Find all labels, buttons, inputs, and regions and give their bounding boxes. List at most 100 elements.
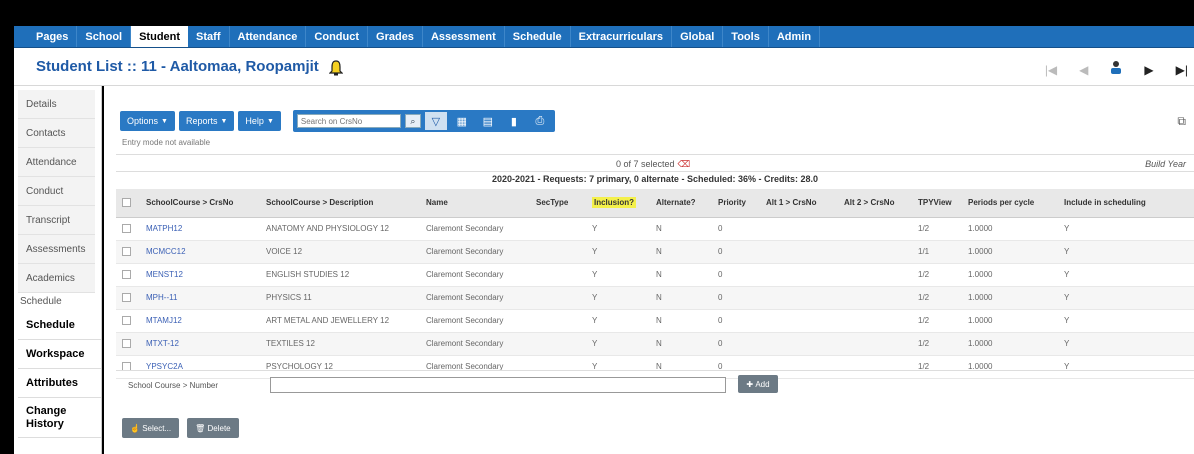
- table-row[interactable]: MENST12 ENGLISH STUDIES 12 Claremont Secon…: [116, 263, 1194, 287]
- sidebar-item-assessments[interactable]: Assessments: [18, 235, 95, 264]
- sidebar-item-academics[interactable]: Academics: [18, 264, 95, 293]
- requests-summary: 2020-2021 - Requests: 7 primary, 0 alter…: [492, 174, 818, 184]
- table-cell: N: [650, 240, 712, 264]
- column-header-sectype[interactable]: SecType: [530, 189, 586, 218]
- search-icon[interactable]: ⌕: [404, 114, 421, 128]
- bell-icon[interactable]: [328, 59, 344, 76]
- table-cell: ENGLISH STUDIES 12: [260, 263, 420, 287]
- sidebar-item-attendance[interactable]: Attendance: [18, 148, 95, 177]
- tab-grades[interactable]: Grades: [368, 26, 423, 47]
- tab-schedule[interactable]: Schedule: [505, 26, 571, 47]
- options-button[interactable]: Options ▼: [120, 111, 175, 131]
- year-context[interactable]: Build Year: [1145, 159, 1186, 169]
- sidebar-item-change-history[interactable]: Change History: [18, 398, 101, 438]
- table-cell: 0: [712, 240, 760, 264]
- filter-icon[interactable]: ▽: [424, 112, 447, 130]
- row-checkbox[interactable]: [122, 247, 131, 257]
- table-cell: [530, 286, 586, 310]
- chart-icon[interactable]: ▮: [503, 112, 525, 130]
- help-button[interactable]: Help ▼: [238, 111, 281, 131]
- tab-pages[interactable]: Pages: [14, 26, 78, 47]
- column-header-inclusion[interactable]: Inclusion?: [586, 189, 650, 218]
- tab-tools[interactable]: Tools: [723, 26, 769, 47]
- student-icon[interactable]: [1110, 60, 1122, 79]
- page-title: Student List :: 11 - Aaltomaa, Roopamjit: [36, 58, 319, 75]
- table-cell: VOICE 12: [260, 240, 420, 264]
- column-header-crsno[interactable]: SchoolCourse > CrsNo: [140, 189, 260, 218]
- tab-staff[interactable]: Staff: [188, 26, 230, 47]
- column-header-periods[interactable]: Periods per cycle: [962, 189, 1058, 218]
- column-header-description[interactable]: SchoolCourse > Description: [260, 189, 420, 218]
- clear-selection-icon[interactable]: ⌫: [678, 159, 691, 169]
- previous-record-icon[interactable]: ◀: [1079, 63, 1088, 77]
- course-number-field[interactable]: [270, 377, 726, 393]
- row-checkbox[interactable]: [122, 339, 131, 349]
- last-record-icon[interactable]: ▶|: [1176, 63, 1188, 77]
- column-header-priority[interactable]: Priority: [712, 189, 760, 218]
- add-button[interactable]: ✚ Add: [738, 375, 778, 393]
- table-cell: 1.0000: [962, 217, 1058, 241]
- table-row[interactable]: MTAMJ12 ART METAL AND JEWELLERY 12 Claremo…: [116, 309, 1194, 333]
- selection-count: 0 of 7 selected: [616, 159, 675, 169]
- course-number-link[interactable]: MENST12: [140, 263, 260, 287]
- select-all-checkbox[interactable]: [122, 198, 131, 208]
- course-number-link[interactable]: MTXT-12: [140, 332, 260, 356]
- row-checkbox[interactable]: [122, 270, 131, 280]
- sidebar-item-schedule[interactable]: Schedule: [18, 311, 101, 340]
- column-header-alt1[interactable]: Alt 1 > CrsNo: [760, 189, 838, 218]
- course-number-link[interactable]: MCMCC12: [140, 240, 260, 264]
- first-record-icon[interactable]: |◀: [1045, 63, 1057, 77]
- column-header-alternate[interactable]: Alternate?: [650, 189, 712, 218]
- selection-bar: 0 of 7 selected ⌫ Build Year: [116, 154, 1194, 172]
- table-row[interactable]: MATPH12 ANATOMY AND PHYSIOLOGY 12 Claremon…: [116, 217, 1194, 241]
- table-row[interactable]: MPH--11 PHYSICS 11 Claremont Secondary Y N 0 1…: [116, 286, 1194, 310]
- tab-attendance[interactable]: Attendance: [230, 26, 307, 47]
- print-icon[interactable]: ⎙: [529, 112, 551, 130]
- reports-button[interactable]: Reports ▼: [178, 111, 235, 131]
- table-cell: [838, 240, 912, 264]
- table-cell: [838, 286, 912, 310]
- tab-student[interactable]: Student: [131, 26, 189, 47]
- row-checkbox[interactable]: [122, 293, 131, 303]
- list-view-icon[interactable]: ▦: [451, 112, 473, 130]
- sidebar-item-attributes[interactable]: Attributes: [18, 369, 101, 398]
- tab-conduct[interactable]: Conduct: [306, 26, 369, 47]
- table-cell: N: [650, 286, 712, 310]
- tab-extracurriculars[interactable]: Extracurriculars: [571, 26, 673, 47]
- detail-view-icon[interactable]: ▤: [477, 112, 499, 130]
- table-cell: Y: [1058, 240, 1194, 264]
- sidebar-item-conduct[interactable]: Conduct: [18, 177, 95, 206]
- next-record-icon[interactable]: ▶: [1144, 63, 1153, 77]
- tab-assessment[interactable]: Assessment: [423, 26, 505, 47]
- tab-school[interactable]: School: [77, 26, 132, 47]
- sidebar-item-details[interactable]: Details: [18, 90, 95, 119]
- column-header-tpyview[interactable]: TPYView: [912, 189, 962, 218]
- column-header-alt2[interactable]: Alt 2 > CrsNo: [838, 189, 912, 218]
- top-nav: Pages School Student Staff Attendance Co…: [14, 26, 1194, 48]
- sidebar-item-transcript[interactable]: Transcript: [18, 206, 95, 235]
- trash-icon: 🗑: [195, 423, 208, 433]
- table-row[interactable]: MTXT-12 TEXTILES 12 Claremont Secondary Y N 0…: [116, 332, 1194, 356]
- search-group: ⌕ ▽ ▦ ▤ ▮ ⎙: [292, 110, 555, 132]
- table-cell: 1.0000: [962, 286, 1058, 310]
- table-cell: Claremont Secondary: [420, 286, 530, 310]
- table-cell: TEXTILES 12: [260, 332, 420, 356]
- record-navigation: |◀ ◀ ▶ ▶|: [1045, 60, 1188, 79]
- delete-button[interactable]: 🗑 Delete: [187, 418, 239, 438]
- tab-global[interactable]: Global: [672, 26, 724, 47]
- row-checkbox[interactable]: [122, 316, 131, 326]
- course-number-link[interactable]: MPH--11: [140, 286, 260, 310]
- sidebar-item-workspace[interactable]: Workspace: [18, 340, 101, 369]
- tab-admin[interactable]: Admin: [769, 26, 821, 47]
- column-header-name[interactable]: Name: [420, 189, 530, 218]
- search-input[interactable]: [296, 114, 401, 128]
- export-icon[interactable]: ⧉: [1177, 114, 1186, 129]
- table-cell: ART METAL AND JEWELLERY 12: [260, 309, 420, 333]
- column-header-include-scheduling[interactable]: Include in scheduling: [1058, 189, 1194, 218]
- course-number-link[interactable]: MATPH12: [140, 217, 260, 241]
- select-button[interactable]: ☝ Select...: [122, 418, 180, 438]
- row-checkbox[interactable]: [122, 224, 131, 234]
- course-number-link[interactable]: MTAMJ12: [140, 309, 260, 333]
- sidebar-item-contacts[interactable]: Contacts: [18, 119, 95, 148]
- table-row[interactable]: MCMCC12 VOICE 12 Claremont Secondary Y N 0 1/1…: [116, 240, 1194, 264]
